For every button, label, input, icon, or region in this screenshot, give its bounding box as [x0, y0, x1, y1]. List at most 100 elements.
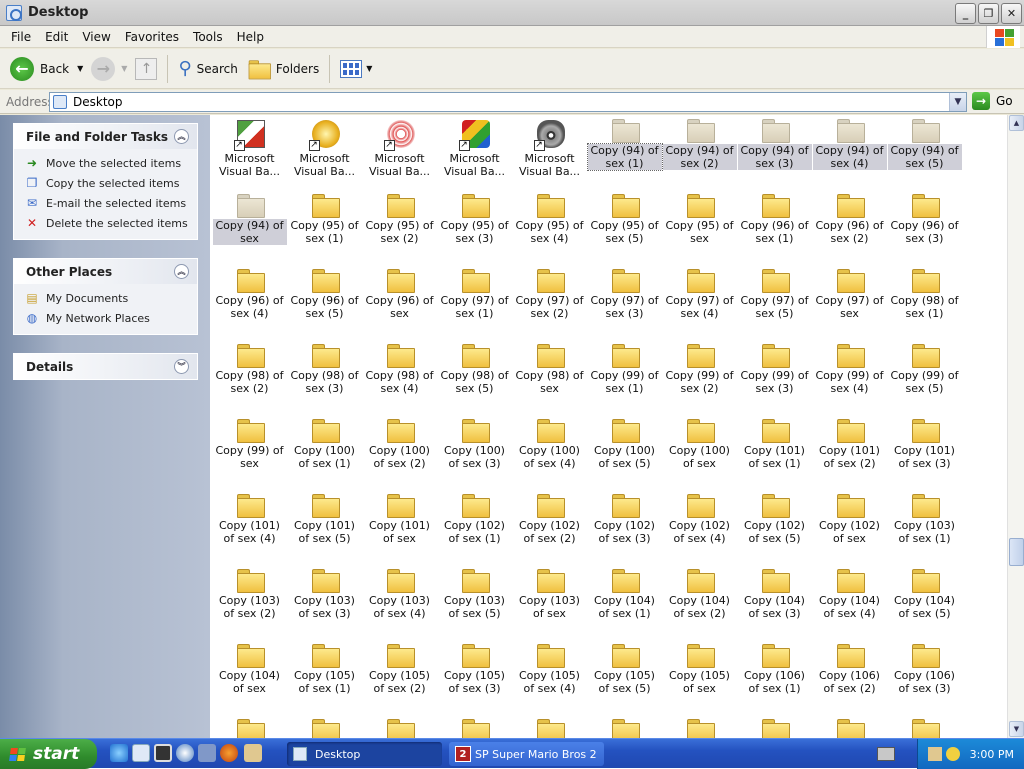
folder-item[interactable]: Copy (100) of sex (4) — [512, 415, 587, 490]
folder-item[interactable]: Copy (101) of sex — [362, 490, 437, 565]
folder-item[interactable]: Copy (97) of sex — [812, 265, 887, 340]
network-icon[interactable] — [927, 747, 942, 761]
folder-item[interactable]: Copy (98) of sex (3) — [287, 340, 362, 415]
show-desktop-icon[interactable] — [132, 744, 150, 762]
desktop-shortcut[interactable]: ↗ Microsoft Visual Ba... — [212, 115, 287, 190]
menu-file[interactable]: File — [4, 30, 38, 44]
folder-item[interactable]: Copy (100) of sex — [662, 415, 737, 490]
folder-item[interactable]: Copy (104) of sex — [212, 640, 287, 715]
folder-item[interactable] — [737, 715, 812, 738]
views-button[interactable]: ▼ — [336, 54, 376, 84]
folder-item[interactable] — [812, 715, 887, 738]
title-bar[interactable]: Desktop _ ❐ ✕ — [0, 0, 1024, 26]
folder-item[interactable]: Copy (99) of sex (2) — [662, 340, 737, 415]
folder-item[interactable]: Copy (94) of sex (4) — [812, 115, 887, 190]
taskbar-task-desktop[interactable]: Desktop — [287, 742, 442, 766]
folder-item[interactable]: Copy (105) of sex (3) — [437, 640, 512, 715]
scroll-thumb[interactable] — [1009, 538, 1024, 566]
folder-item[interactable]: Copy (95) of sex (1) — [287, 190, 362, 265]
folder-item[interactable]: Copy (105) of sex (4) — [512, 640, 587, 715]
address-field[interactable]: Desktop ▼ — [49, 92, 967, 112]
folder-item[interactable]: Copy (102) of sex — [812, 490, 887, 565]
volume-icon[interactable] — [945, 747, 960, 761]
folder-item[interactable]: Copy (99) of sex (5) — [887, 340, 962, 415]
folder-item[interactable]: Copy (94) of sex (5) — [887, 115, 962, 190]
folder-item[interactable] — [212, 715, 287, 738]
folder-item[interactable]: Copy (104) of sex (1) — [587, 565, 662, 640]
folder-item[interactable] — [587, 715, 662, 738]
move-items-link[interactable]: ➜ Move the selected items — [24, 153, 197, 173]
folder-item[interactable]: Copy (103) of sex (4) — [362, 565, 437, 640]
media-icon[interactable] — [154, 744, 172, 762]
keyboard-icon[interactable] — [877, 747, 895, 761]
file-list-view[interactable]: ↗ Microsoft Visual Ba... ↗ Microsoft Visual… — [210, 115, 1007, 738]
folder-item[interactable]: Copy (101) of sex (1) — [737, 415, 812, 490]
folder-item[interactable]: Copy (94) of sex (1) — [586, 115, 663, 190]
firefox-icon[interactable] — [220, 744, 238, 762]
media-player-icon[interactable] — [176, 744, 194, 762]
my-documents-link[interactable]: ▤ My Documents — [24, 288, 197, 308]
details-header[interactable]: Details ︾ — [14, 354, 197, 379]
maximize-button[interactable]: ❐ — [978, 3, 999, 24]
folder-item[interactable]: Copy (94) of sex — [212, 190, 287, 265]
cube-icon[interactable] — [198, 744, 216, 762]
folder-item[interactable]: Copy (102) of sex (3) — [587, 490, 662, 565]
folder-item[interactable]: Copy (96) of sex (5) — [287, 265, 362, 340]
folder-item[interactable]: Copy (96) of sex (1) — [737, 190, 812, 265]
folder-item[interactable]: Copy (102) of sex (1) — [437, 490, 512, 565]
folder-item[interactable]: Copy (97) of sex (1) — [437, 265, 512, 340]
folder-item[interactable]: Copy (98) of sex — [512, 340, 587, 415]
my-network-places-link[interactable]: ◍ My Network Places — [24, 308, 197, 328]
folder-item[interactable] — [437, 715, 512, 738]
folder-item[interactable]: Copy (106) of sex (1) — [737, 640, 812, 715]
folder-item[interactable]: Copy (96) of sex (4) — [212, 265, 287, 340]
go-button[interactable]: → Go — [972, 92, 1013, 110]
folder-item[interactable]: Copy (102) of sex (4) — [662, 490, 737, 565]
folder-item[interactable] — [662, 715, 737, 738]
vertical-scrollbar[interactable]: ▲ ▼ — [1007, 115, 1024, 738]
minimize-button[interactable]: _ — [955, 3, 976, 24]
folder-item[interactable]: Copy (95) of sex (3) — [437, 190, 512, 265]
folder-item[interactable]: Copy (98) of sex (5) — [437, 340, 512, 415]
folder-item[interactable]: Copy (94) of sex (3) — [737, 115, 812, 190]
folder-item[interactable]: Copy (98) of sex (2) — [212, 340, 287, 415]
taskbar-task-mario[interactable]: 2 SP Super Mario Bros 2 — [449, 742, 604, 766]
folder-item[interactable]: Copy (97) of sex (2) — [512, 265, 587, 340]
menu-help[interactable]: Help — [230, 30, 271, 44]
folder-item[interactable]: Copy (96) of sex (2) — [812, 190, 887, 265]
folder-item[interactable] — [362, 715, 437, 738]
folder-item[interactable]: Copy (105) of sex (5) — [587, 640, 662, 715]
folder-item[interactable]: Copy (103) of sex — [512, 565, 587, 640]
folder-item[interactable]: Copy (106) of sex (3) — [887, 640, 962, 715]
menu-view[interactable]: View — [75, 30, 117, 44]
folder-item[interactable]: Copy (104) of sex (2) — [662, 565, 737, 640]
copy-items-link[interactable]: ❐ Copy the selected items — [24, 173, 197, 193]
folder-item[interactable]: Copy (100) of sex (2) — [362, 415, 437, 490]
folder-item[interactable]: Copy (104) of sex (4) — [812, 565, 887, 640]
folder-item[interactable]: Copy (97) of sex (4) — [662, 265, 737, 340]
folder-item[interactable]: Copy (106) of sex (2) — [812, 640, 887, 715]
forward-dropdown-icon[interactable]: ▼ — [121, 64, 127, 73]
folder-item[interactable]: Copy (99) of sex (1) — [587, 340, 662, 415]
folder-item[interactable] — [512, 715, 587, 738]
folder-item[interactable]: Copy (96) of sex (3) — [887, 190, 962, 265]
folder-item[interactable]: Copy (97) of sex (5) — [737, 265, 812, 340]
close-button[interactable]: ✕ — [1001, 3, 1022, 24]
other-places-header[interactable]: Other Places ︽ — [14, 259, 197, 284]
collapse-chevron-icon[interactable]: ︽ — [174, 264, 189, 279]
folder-item[interactable]: Copy (104) of sex (5) — [887, 565, 962, 640]
desktop-shortcut[interactable]: ↗ Microsoft Visual Ba... — [437, 115, 512, 190]
menu-tools[interactable]: Tools — [186, 30, 230, 44]
collapse-chevron-icon[interactable]: ︽ — [174, 129, 189, 144]
scroll-up-button[interactable]: ▲ — [1009, 115, 1024, 131]
folder-item[interactable]: Copy (103) of sex (5) — [437, 565, 512, 640]
folder-item[interactable]: Copy (98) of sex (1) — [887, 265, 962, 340]
folder-item[interactable]: Copy (101) of sex (3) — [887, 415, 962, 490]
folder-item[interactable]: Copy (100) of sex (1) — [287, 415, 362, 490]
folder-item[interactable]: Copy (103) of sex (2) — [212, 565, 287, 640]
folder-item[interactable]: Copy (99) of sex (4) — [812, 340, 887, 415]
delete-items-link[interactable]: ✕ Delete the selected items — [24, 213, 197, 233]
folder-item[interactable]: Copy (101) of sex (5) — [287, 490, 362, 565]
folder-item[interactable]: Copy (95) of sex (4) — [512, 190, 587, 265]
folder-item[interactable]: Copy (101) of sex (2) — [812, 415, 887, 490]
